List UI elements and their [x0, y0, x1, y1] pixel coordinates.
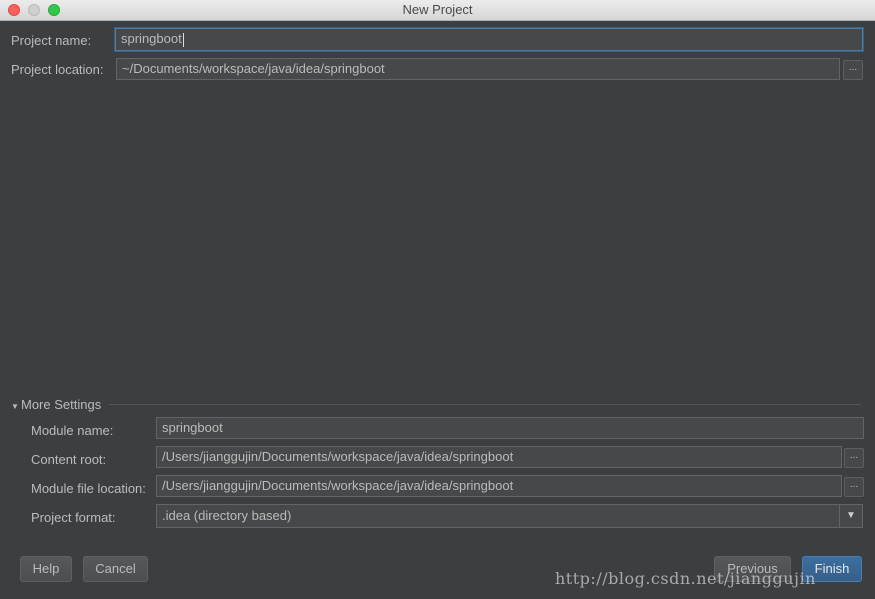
- content-root-label: Content root:: [31, 452, 107, 467]
- project-location-input[interactable]: ~/Documents/workspace/java/idea/springbo…: [116, 58, 840, 80]
- module-name-label: Module name:: [31, 423, 114, 438]
- watermark-text: http://blog.csdn.net/jianggujin: [555, 569, 816, 588]
- content-root-browse-button[interactable]: ...: [844, 448, 864, 468]
- more-settings-label: More Settings: [21, 397, 102, 412]
- content-root-input[interactable]: /Users/jianggujin/Documents/workspace/ja…: [156, 446, 842, 468]
- dropdown-arrow-icon[interactable]: ▼: [839, 505, 862, 527]
- more-settings-toggle[interactable]: ▼ More Settings: [11, 397, 101, 412]
- project-name-value: springboot: [121, 31, 182, 46]
- window-title: New Project: [402, 2, 473, 17]
- section-divider: [109, 404, 861, 405]
- text-caret: [182, 32, 184, 47]
- module-file-location-browse-button[interactable]: ...: [844, 477, 864, 497]
- title-bar: New Project: [0, 0, 875, 21]
- project-location-browse-button[interactable]: ...: [843, 60, 863, 80]
- project-format-value: .idea (directory based): [162, 508, 292, 523]
- triangle-down-icon: ▼: [11, 402, 19, 411]
- module-name-input[interactable]: springboot: [156, 417, 864, 439]
- help-button[interactable]: Help: [20, 556, 72, 582]
- project-location-label: Project location:: [11, 62, 104, 77]
- module-file-location-input[interactable]: /Users/jianggujin/Documents/workspace/ja…: [156, 475, 842, 497]
- cancel-button[interactable]: Cancel: [83, 556, 148, 582]
- module-file-location-label: Module file location:: [31, 481, 146, 496]
- project-name-label: Project name:: [11, 33, 92, 48]
- project-format-select[interactable]: .idea (directory based) ▼: [156, 504, 863, 528]
- project-format-label: Project format:: [31, 510, 116, 525]
- project-name-input[interactable]: springboot: [115, 28, 863, 51]
